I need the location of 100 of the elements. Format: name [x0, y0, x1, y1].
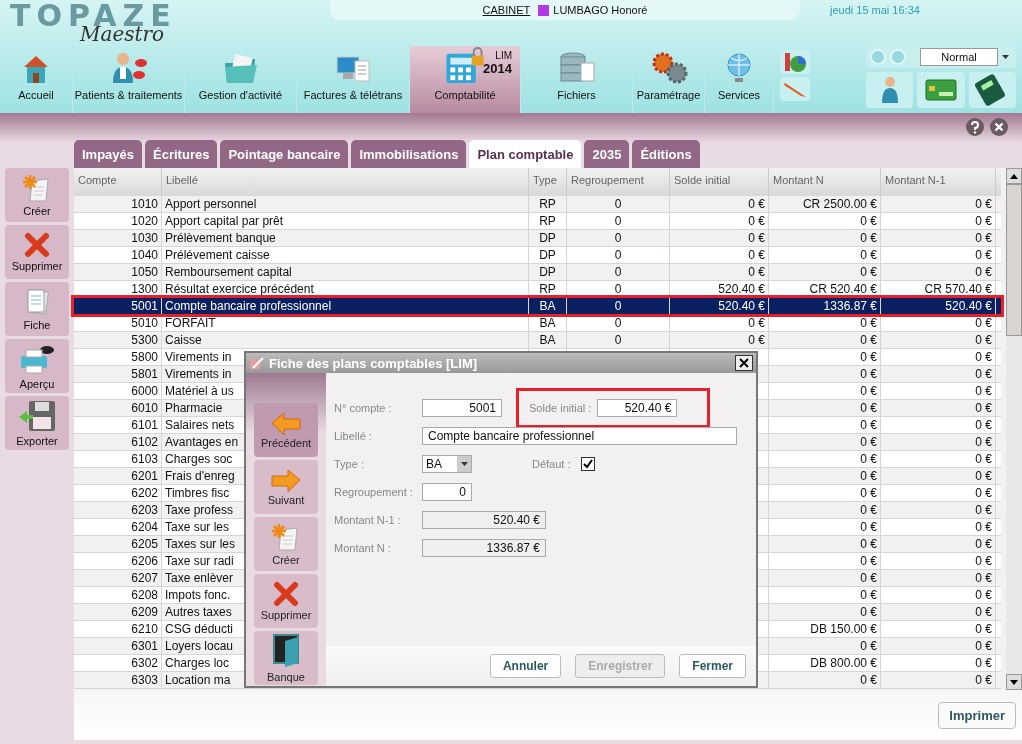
- field-label: Solde initial :: [529, 402, 592, 414]
- table-cell: Compte bancaire professionnel: [162, 298, 529, 314]
- table-cell: 0: [567, 332, 670, 348]
- table-cell: 0 €: [881, 655, 996, 671]
- table-cell: 0 €: [881, 213, 996, 229]
- table-cell: 0 €: [670, 230, 769, 246]
- table-cell: 6202: [74, 485, 162, 501]
- table-cell: 0 €: [769, 213, 881, 229]
- table-cell: DB 800.00 €: [769, 655, 881, 671]
- table-cell: 0 €: [769, 672, 881, 688]
- table-cell: 0 €: [670, 213, 769, 229]
- table-cell: 0 €: [769, 553, 881, 569]
- table-cell: 0 €: [881, 587, 996, 603]
- table-cell: 6010: [74, 400, 162, 416]
- table-cell: DP: [529, 264, 567, 280]
- table-cell: 0 €: [881, 638, 996, 654]
- table-cell: 6303: [74, 672, 162, 688]
- table-cell: 0: [567, 264, 670, 280]
- table-cell: 0 €: [769, 434, 881, 450]
- table-cell: Remboursement capital: [162, 264, 529, 280]
- table-cell: 6208: [74, 587, 162, 603]
- table-cell: 0 €: [881, 451, 996, 467]
- table-cell: 6201: [74, 468, 162, 484]
- table-cell: 0 €: [881, 553, 996, 569]
- table-cell: 1030: [74, 230, 162, 246]
- field-label: N° compte :: [334, 402, 393, 414]
- table-cell: Prélèvement banque: [162, 230, 529, 246]
- table-cell: 0 €: [670, 264, 769, 280]
- table-cell: 0 €: [881, 672, 996, 688]
- table-cell: Résultat exercice précédent: [162, 281, 529, 297]
- table-cell: 0 €: [881, 349, 996, 365]
- field-label: Montant N :: [334, 542, 392, 554]
- table-cell: 0 €: [670, 332, 769, 348]
- table-cell: 1010: [74, 196, 162, 212]
- table-cell: RP: [529, 281, 567, 297]
- table-cell: 0 €: [769, 587, 881, 603]
- table-cell: 5001: [74, 298, 162, 314]
- table-cell: 6000: [74, 383, 162, 399]
- table-cell: 1020: [74, 213, 162, 229]
- table-cell: 0 €: [881, 621, 996, 637]
- table-cell: Apport personnel: [162, 196, 529, 212]
- table-cell: 0 €: [769, 315, 881, 331]
- table-cell: 0 €: [881, 230, 996, 246]
- table-cell: CR 570.40 €: [881, 281, 996, 297]
- table-cell: 0 €: [881, 264, 996, 280]
- table-cell: 0 €: [881, 502, 996, 518]
- table-cell: DB 150.00 €: [769, 621, 881, 637]
- patient-name: LUMBAGO Honoré: [553, 4, 648, 16]
- table-cell: 0 €: [881, 468, 996, 484]
- table-cell: 6102: [74, 434, 162, 450]
- table-cell: 0: [567, 315, 670, 331]
- table-cell: 520.40 €: [881, 298, 996, 314]
- table-cell: 0 €: [881, 315, 996, 331]
- table-cell: 0 €: [881, 247, 996, 263]
- table-cell: 0 €: [769, 383, 881, 399]
- table-cell: 0 €: [881, 417, 996, 433]
- table-cell: FORFAIT: [162, 315, 529, 331]
- table-cell: 0 €: [769, 519, 881, 535]
- table-cell: 1040: [74, 247, 162, 263]
- table-cell: CR 520.40 €: [769, 281, 881, 297]
- table-cell: 6205: [74, 536, 162, 552]
- field-label: Type :: [334, 458, 365, 470]
- table-cell: RP: [529, 196, 567, 212]
- nav-year: 2014: [483, 61, 512, 76]
- table-cell: 0 €: [881, 519, 996, 535]
- table-cell: BA: [529, 332, 567, 348]
- table-cell: 0: [567, 281, 670, 297]
- table-cell: 0 €: [881, 434, 996, 450]
- table-cell: 0 €: [670, 315, 769, 331]
- table-cell: 0 €: [881, 604, 996, 620]
- field-label: Défaut :: [532, 458, 571, 470]
- readonly-field: 1336.87 €: [422, 539, 546, 557]
- table-cell: 0: [567, 213, 670, 229]
- table-cell: CR 2500.00 €: [769, 196, 881, 212]
- table-cell: 6210: [74, 621, 162, 637]
- table-cell: 5800: [74, 349, 162, 365]
- table-cell: Caisse: [162, 332, 529, 348]
- table-cell: 0 €: [769, 536, 881, 552]
- table-cell: 1300: [74, 281, 162, 297]
- table-cell: 6206: [74, 553, 162, 569]
- table-cell: 0 €: [769, 502, 881, 518]
- table-cell: BA: [529, 298, 567, 314]
- table-cell: 6209: [74, 604, 162, 620]
- table-cell: 0 €: [769, 230, 881, 246]
- table-cell: 6103: [74, 451, 162, 467]
- table-cell: 0 €: [769, 485, 881, 501]
- table-cell: 0 €: [769, 604, 881, 620]
- table-cell: 6204: [74, 519, 162, 535]
- table-cell: 0: [567, 230, 670, 246]
- table-cell: Apport capital par prêt: [162, 213, 529, 229]
- table-cell: DP: [529, 247, 567, 263]
- table-cell: 0 €: [769, 638, 881, 654]
- table-cell: 0: [567, 247, 670, 263]
- module-label: LIM: [495, 50, 512, 61]
- table-cell: 0 €: [769, 332, 881, 348]
- table-cell: 0 €: [769, 366, 881, 382]
- table-cell: DP: [529, 230, 567, 246]
- table-cell: BA: [529, 315, 567, 331]
- date-time: jeudi 15 mai 16:34: [830, 4, 920, 16]
- table-cell: 0 €: [670, 196, 769, 212]
